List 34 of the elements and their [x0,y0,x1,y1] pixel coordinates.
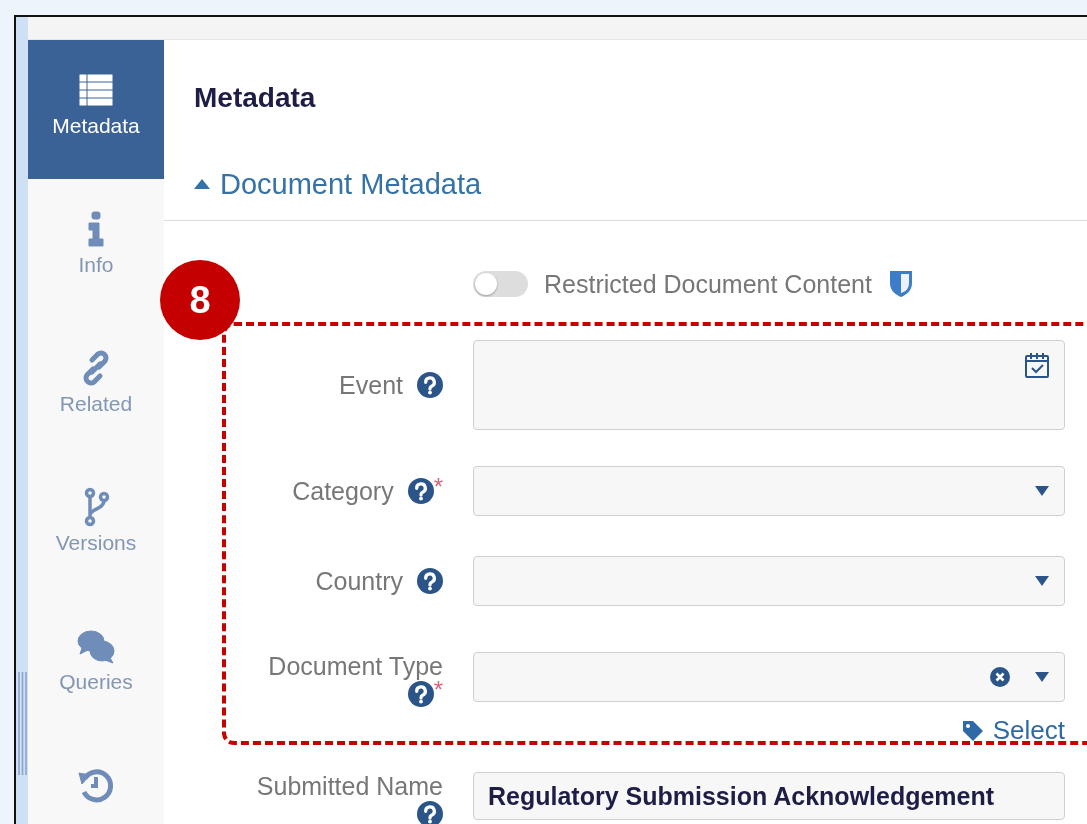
page-title: Metadata [194,81,316,115]
dropdown-caret-icon[interactable] [1034,671,1050,683]
toggle-switch[interactable] [473,271,528,297]
toggle-label: Restricted Document Content [544,269,872,299]
tag-icon [960,718,985,743]
event-date-field[interactable] [473,340,1065,430]
required-asterisk: * [433,681,443,699]
dropdown-field[interactable] [473,652,1065,702]
field-label: Country [315,566,403,596]
dropdown-caret-icon[interactable] [1034,575,1050,587]
field-label: Document Type [268,652,443,681]
help-icon[interactable] [417,568,443,594]
text-input-field[interactable]: Regulatory Submission Acknowledgement [473,772,1065,820]
shield-icon [887,269,914,299]
dropdown-field[interactable] [473,466,1065,516]
dropdown-field[interactable] [473,556,1065,606]
help-icon[interactable] [407,478,434,504]
sidebar-tab[interactable]: Versions [28,457,164,596]
calendar-icon[interactable] [1024,351,1050,379]
field-label: Category [292,476,394,506]
field-label: Event [339,370,403,400]
help-icon[interactable] [417,372,443,398]
help-icon[interactable] [407,681,434,707]
help-icon[interactable] [417,801,443,824]
required-asterisk: * [433,478,443,496]
collapse-caret-icon[interactable] [194,179,210,189]
resize-grip-icon[interactable] [18,672,27,775]
field-label: Submitted Name [256,772,443,801]
section-title[interactable]: Document Metadata [220,164,482,204]
dropdown-caret-icon[interactable] [1034,485,1050,497]
clear-icon[interactable] [990,667,1010,687]
sidebar-tab[interactable]: Queries [28,596,164,735]
select-link[interactable]: Select [960,715,1065,746]
sidebar-tab[interactable]: Metadata [28,40,164,179]
